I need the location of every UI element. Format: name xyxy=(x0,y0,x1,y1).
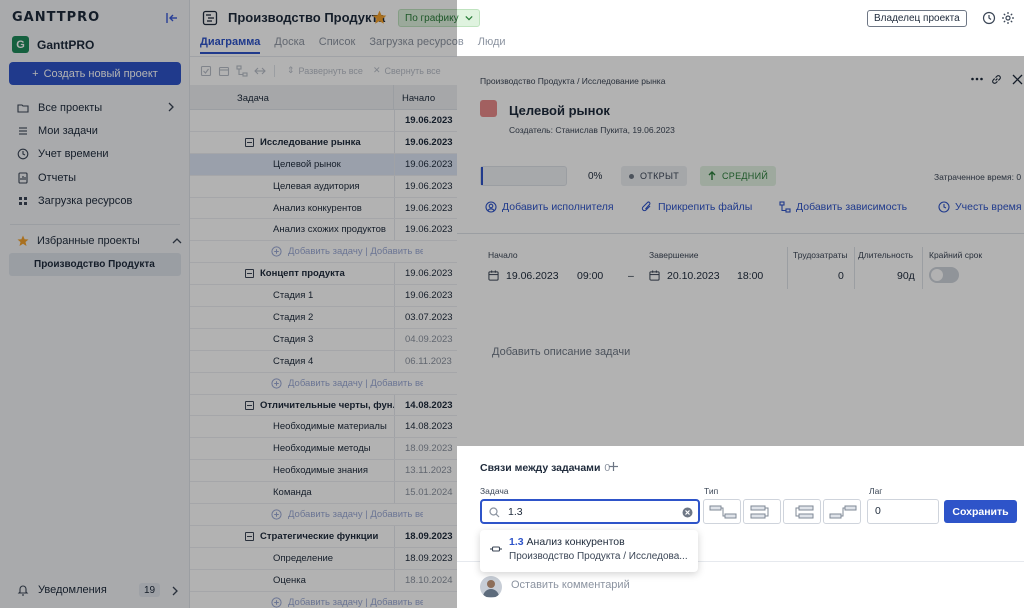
dependency-lag-input[interactable]: 0 xyxy=(867,499,939,524)
chevron-down-icon xyxy=(464,14,473,22)
dependencies-section-title: Связи между задачами 0 xyxy=(480,462,610,474)
comment-input[interactable]: Оставить комментарий xyxy=(511,579,630,591)
history-icon[interactable] xyxy=(982,11,996,25)
suggestion-task-number: 1.3 xyxy=(509,536,524,548)
suggestion-item[interactable]: 1.3 Анализ конкурентов xyxy=(509,536,625,548)
task-bar-icon xyxy=(490,544,502,554)
dependency-task-label: Задача xyxy=(480,486,509,496)
dependency-type-start-to-finish[interactable] xyxy=(823,499,861,524)
dependency-type-finish-to-start[interactable] xyxy=(703,499,741,524)
panel-backdrop xyxy=(457,56,1024,446)
search-icon xyxy=(489,507,500,518)
dependency-lag-label: Лаг xyxy=(869,486,883,496)
dependency-task-search-value: 1.3 xyxy=(508,506,523,518)
task-detail-panel: Производство Продукта / Исследование рын… xyxy=(457,56,1024,608)
suggestion-task-path: Производство Продукта / Исследова... xyxy=(509,551,688,562)
avatar xyxy=(480,576,502,598)
suggestion-task-name: Анализ конкурентов xyxy=(526,536,625,548)
clear-input-icon[interactable] xyxy=(682,507,693,518)
settings-gear-icon[interactable] xyxy=(1001,11,1015,25)
dependency-type-finish-to-finish[interactable] xyxy=(783,499,821,524)
add-dependency-plus-icon[interactable] xyxy=(608,461,619,472)
dependency-type-start-to-start[interactable] xyxy=(743,499,781,524)
save-dependency-button[interactable]: Сохранить xyxy=(944,500,1017,523)
dependency-suggestion-dropdown: 1.3 Анализ конкурентов Производство Прод… xyxy=(480,530,698,572)
tab-people[interactable]: Люди xyxy=(478,36,506,54)
modal-backdrop[interactable] xyxy=(0,0,457,608)
dependencies-title-label: Связи между задачами xyxy=(480,462,601,474)
dependency-task-search-input[interactable]: 1.3 xyxy=(480,499,700,524)
dependency-type-label: Тип xyxy=(704,486,719,496)
project-owner-button[interactable]: Владелец проекта xyxy=(867,10,967,27)
